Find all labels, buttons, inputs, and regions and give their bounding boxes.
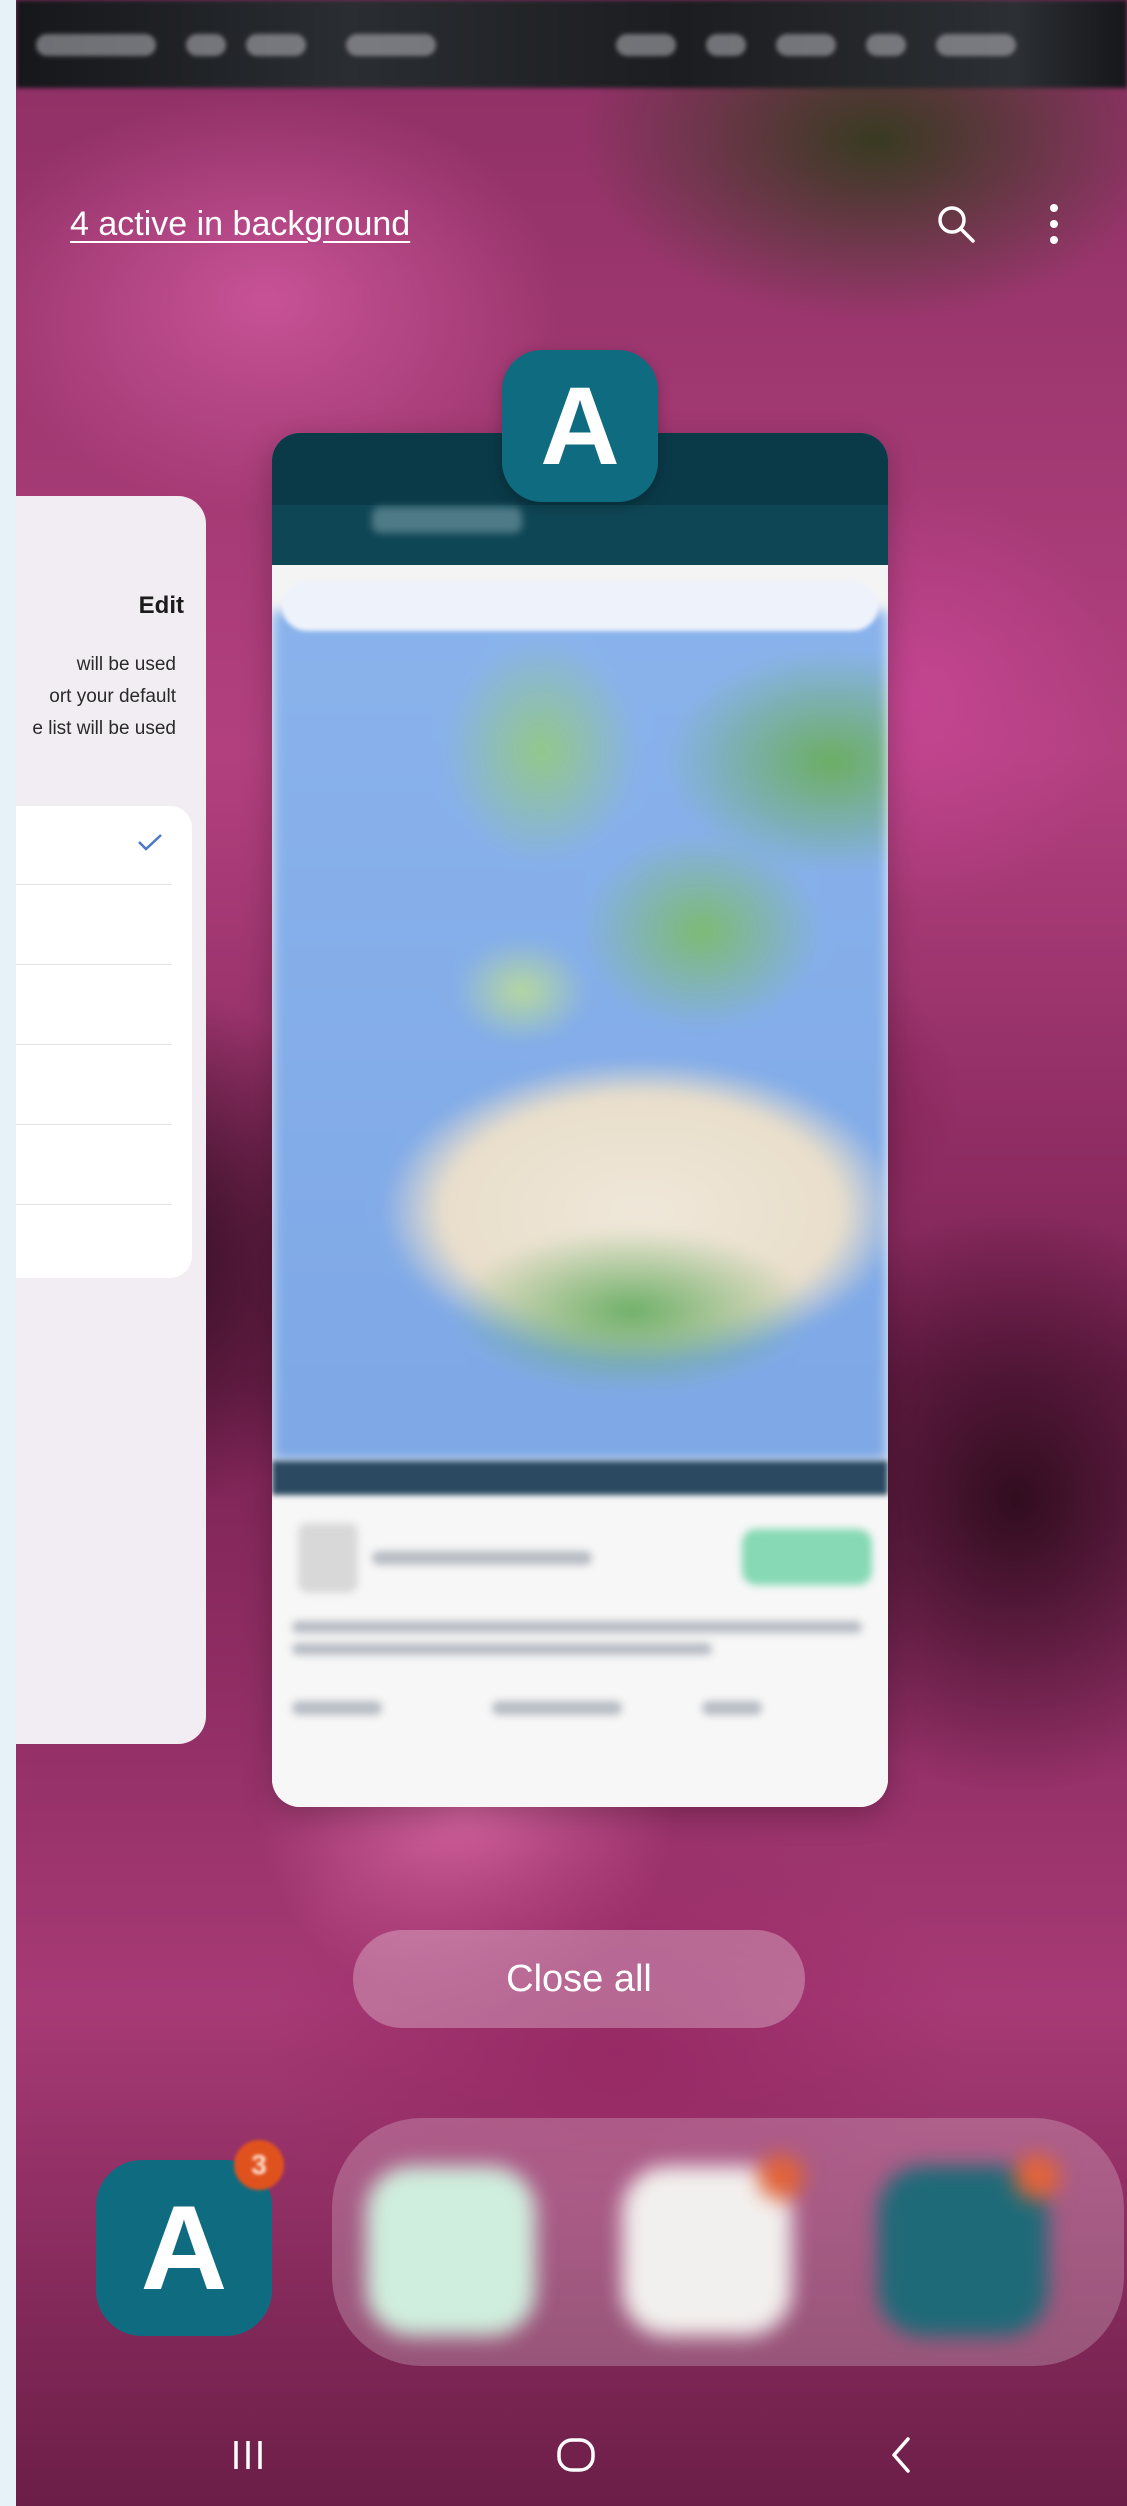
- suggested-apps-tray: [332, 2118, 1124, 2366]
- recents-screen: 4 active in background Edit will be used…: [16, 0, 1127, 2506]
- suggested-app-icon[interactable]: [622, 2154, 804, 2336]
- back-icon[interactable]: [862, 2420, 942, 2490]
- bottom-sheet-preview: [272, 1461, 888, 1807]
- recent-app-card-maps[interactable]: [272, 433, 888, 1807]
- check-icon: [136, 828, 164, 860]
- recent-app-card-settings[interactable]: Edit will be used ort your default e lis…: [16, 496, 206, 1744]
- active-in-background-link[interactable]: 4 active in background: [70, 205, 410, 244]
- description-line: e list will be used: [32, 718, 176, 739]
- list-divider: [16, 1124, 172, 1125]
- list-divider: [16, 1204, 172, 1205]
- language-list: ): [16, 806, 192, 1278]
- recent-apps-icon[interactable]: [208, 2420, 288, 2490]
- status-bar: [16, 0, 1127, 88]
- map-preview: [272, 611, 888, 1461]
- list-divider: [16, 1044, 172, 1045]
- suggested-app-icon[interactable]: [366, 2166, 536, 2336]
- list-divider: [16, 964, 172, 965]
- more-vertical-icon[interactable]: [1026, 196, 1082, 252]
- close-all-button[interactable]: Close all: [353, 1930, 805, 2028]
- description-line: will be used: [76, 654, 176, 675]
- app-icon[interactable]: A: [502, 350, 658, 502]
- home-icon[interactable]: [536, 2420, 616, 2490]
- list-divider: [16, 884, 172, 885]
- edit-label: Edit: [138, 592, 184, 619]
- notification-badge: 3: [234, 2140, 284, 2190]
- search-icon[interactable]: [928, 196, 984, 252]
- search-bar-preview: [282, 581, 878, 631]
- suggested-app-icon[interactable]: [878, 2154, 1060, 2336]
- description-line: ort your default: [49, 686, 176, 707]
